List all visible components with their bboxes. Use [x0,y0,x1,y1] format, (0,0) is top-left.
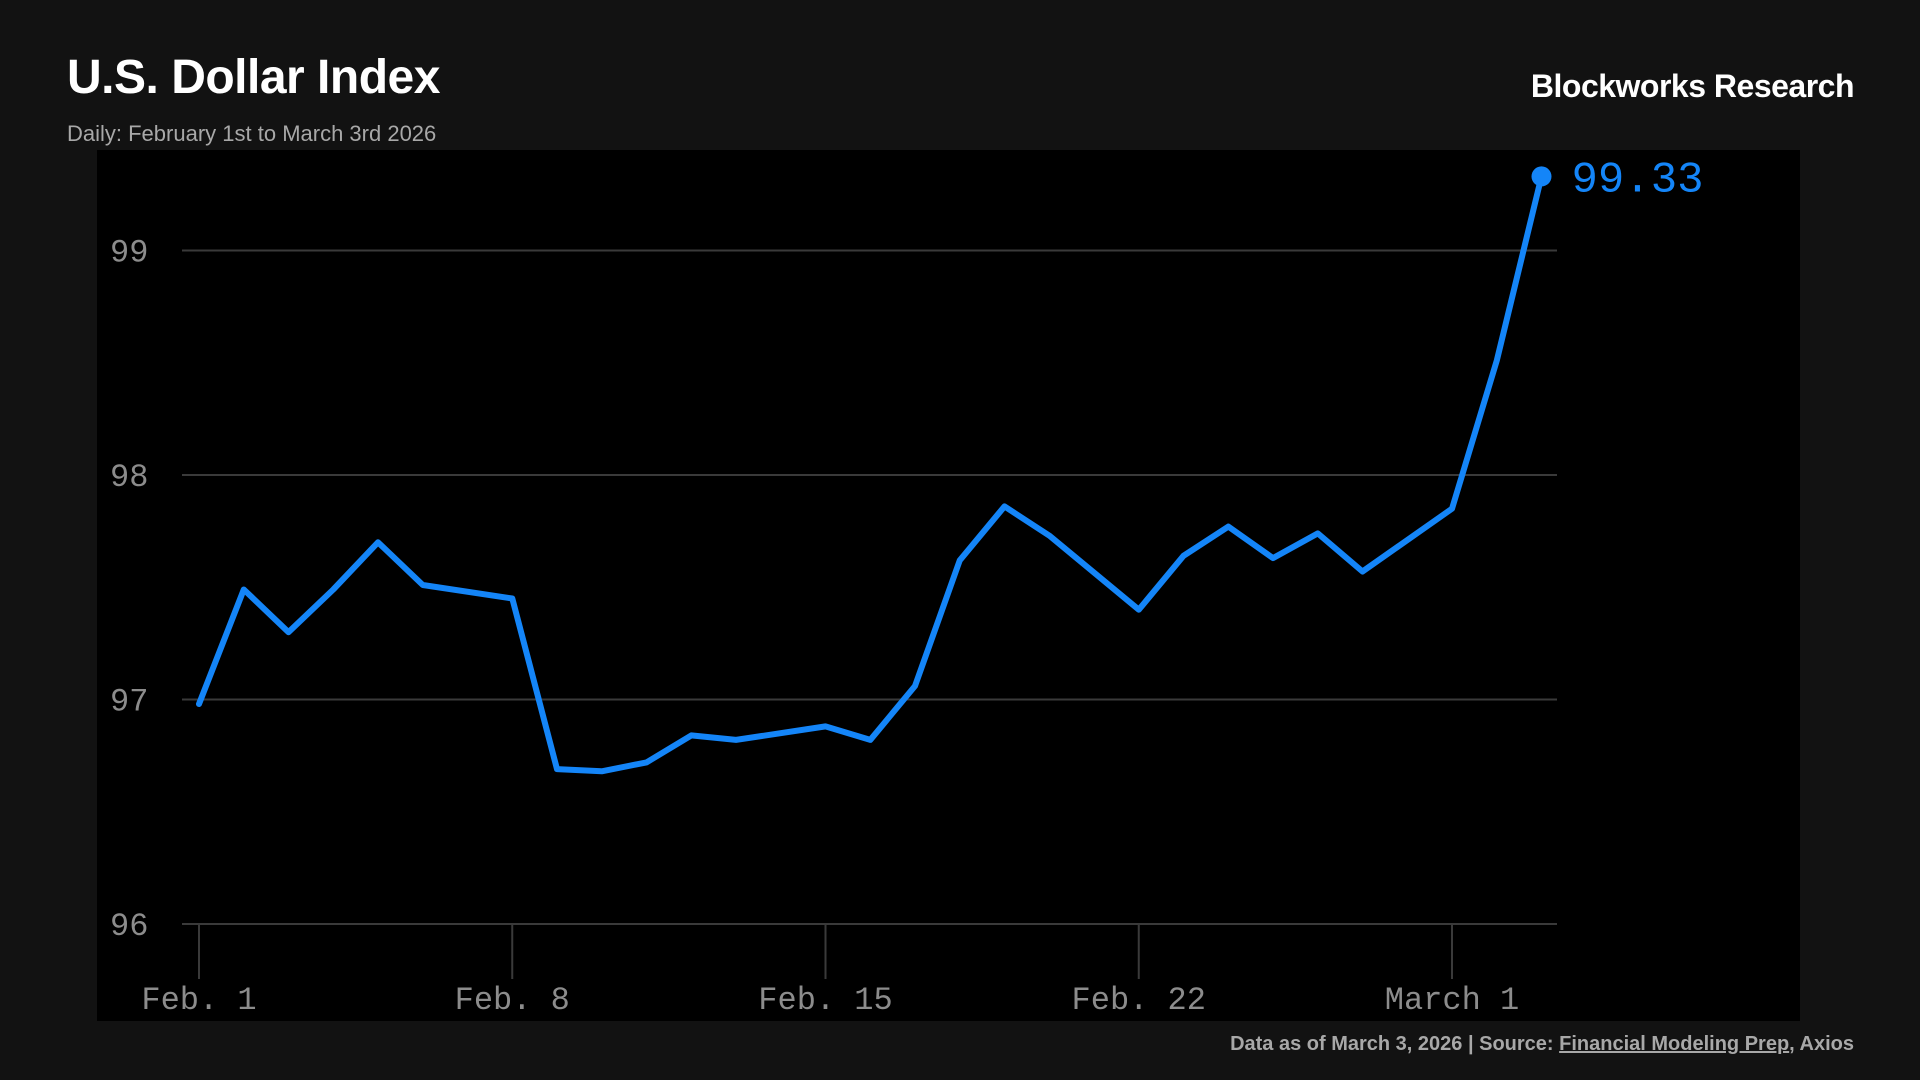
end-point-marker [1531,166,1552,187]
source-link[interactable]: Financial Modeling Prep [1559,1033,1789,1055]
data-point [554,766,560,772]
y-axis: 96 97 98 99 [110,235,148,946]
data-point [957,557,963,563]
brand-logo-text: Blockworks Research [1530,68,1855,104]
x-tick-label: Feb. 15 [758,982,892,1019]
data-point [599,768,605,774]
data-point [1225,524,1231,530]
data-point [1002,503,1008,509]
data-point [509,595,515,601]
footer-prefix: Data as of March 3, 2026 | Source: [1230,1033,1560,1055]
x-tick-label: Feb. 8 [455,982,570,1019]
x-axis: Feb. 1 Feb. 8 Feb. 15 Feb. 22 March 1 [141,924,1519,1019]
y-tick-label: 99 [110,235,148,272]
chart-subtitle: Daily: February 1st to March 3rd 2026 [67,121,437,146]
data-point [286,629,292,635]
x-tick-label: March 1 [1385,982,1519,1019]
data-point [1449,506,1455,512]
data-point [1360,569,1366,575]
data-point [644,759,650,765]
data-point [1315,530,1321,536]
data-point [1136,607,1142,613]
y-tick-label: 98 [110,459,148,496]
source-footer: Data as of March 3, 2026 | Source: Finan… [1230,1033,1854,1056]
data-point [241,586,247,592]
plot-area: 96 97 98 99 Feb. 1 Feb. 8 Feb. 15 Feb. 22 March… [97,150,1800,1021]
series-group: 99.33 [196,155,1704,775]
data-point [330,586,336,592]
data-point [1270,555,1276,561]
x-tick-label: Feb. 1 [141,982,256,1019]
data-point [1046,533,1052,539]
series-line [196,173,1545,775]
y-tick-label: 97 [110,684,148,721]
y-tick-label: 96 [110,908,148,945]
data-point [688,732,694,738]
data-point [375,539,381,545]
gridlines [182,249,1557,925]
data-point [912,683,918,689]
line-chart: 96 97 98 99 Feb. 1 Feb. 8 Feb. 15 Feb. 22 March… [110,155,1704,1019]
end-value-label: 99.33 [1572,155,1704,205]
footer-suffix: , Axios [1789,1033,1854,1055]
data-point [420,582,426,588]
data-point [1181,553,1187,559]
data-point [196,701,202,707]
data-point [733,737,739,743]
x-tick-label: Feb. 22 [1072,982,1206,1019]
data-point [867,737,873,743]
data-point [823,723,829,729]
data-point [1494,358,1500,364]
chart-title: U.S. Dollar Index [67,51,440,104]
